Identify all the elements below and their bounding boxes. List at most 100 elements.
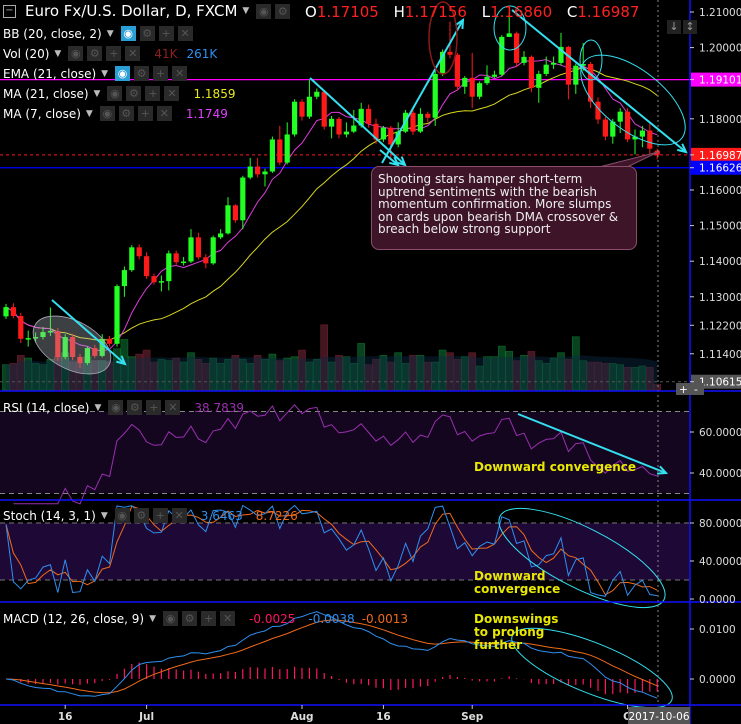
vol-ma-value: 261K — [186, 46, 218, 61]
candle — [454, 52, 460, 91]
ma7-label[interactable]: MA (7, close) — [3, 107, 81, 121]
stoch-axis-label: 0.0000 — [699, 594, 736, 606]
plus-icon[interactable]: + — [153, 66, 169, 81]
candle-body — [536, 73, 542, 88]
chevron-down-icon[interactable]: ▼ — [149, 614, 156, 624]
rsi-annotation[interactable]: Downward convergence — [474, 461, 636, 474]
scale-down-button[interactable]: ↓ — [667, 20, 681, 34]
eye-icon[interactable]: ◉ — [108, 400, 124, 415]
candle-body — [225, 205, 231, 234]
price-axis-label: 1.13000 — [699, 292, 741, 304]
cursor-date-label: 2017-10-06 — [628, 711, 689, 723]
plus-icon[interactable]: + — [137, 106, 153, 121]
close-icon[interactable]: ✕ — [172, 66, 188, 81]
candle-body — [247, 166, 253, 178]
eye-icon[interactable]: ◉ — [163, 611, 179, 626]
close-icon[interactable]: ✕ — [125, 46, 141, 61]
ema-label[interactable]: EMA (21, close) — [3, 67, 96, 81]
annotation-callout[interactable]: Shooting stars hamper short-term uptrend… — [371, 166, 637, 250]
chevron-down-icon[interactable]: ▼ — [86, 109, 93, 119]
candle-body — [499, 36, 505, 75]
rsi-label[interactable]: RSI (14, close) — [3, 401, 89, 415]
chevron-down-icon[interactable]: ▼ — [101, 69, 108, 79]
vol-label[interactable]: Vol (20) — [3, 47, 49, 61]
candle-body — [639, 130, 645, 137]
close-icon[interactable]: ✕ — [220, 611, 236, 626]
minus-box-icon[interactable]: − — [3, 4, 16, 18]
candle-body — [3, 307, 9, 317]
eye-icon[interactable]: ◉ — [256, 3, 272, 19]
eye-icon[interactable]: ◉ — [68, 46, 84, 61]
candle-body — [255, 166, 261, 175]
gear-icon[interactable]: ⚙ — [118, 106, 134, 121]
candle-body — [195, 237, 201, 258]
vol-value: 41K — [154, 46, 178, 61]
high-value: 1.17156 — [404, 3, 467, 21]
zoom-out-button[interactable]: - — [694, 384, 698, 396]
candle — [232, 204, 238, 223]
eye-icon[interactable]: ◉ — [114, 508, 130, 523]
macd-annotation[interactable]: Downswings to prolong further — [474, 613, 574, 652]
candle-body — [136, 247, 142, 257]
symbol-legend: − Euro Fx/U.S. Dollar, D, FXCM ▼ ◉ ⚙ — [3, 2, 291, 20]
candle-body — [306, 96, 312, 117]
chevron-down-icon[interactable]: ▼ — [54, 49, 61, 59]
close-icon[interactable]: ✕ — [164, 86, 180, 101]
candle-body — [462, 77, 468, 87]
gear-icon[interactable]: ⚙ — [127, 400, 143, 415]
gear-icon[interactable]: ⚙ — [126, 86, 142, 101]
candle-body — [432, 73, 438, 118]
chevron-down-icon[interactable]: ▼ — [101, 511, 108, 521]
chevron-down-icon[interactable]: ▼ — [94, 403, 101, 413]
candle — [18, 312, 24, 344]
price-axis-label: 1.12200 — [699, 320, 741, 332]
rsi-band — [0, 411, 690, 494]
gear-icon[interactable]: ⚙ — [182, 611, 198, 626]
auto-scale-button[interactable]: ↕ — [683, 20, 697, 34]
macd-value: -0.0038 — [308, 611, 355, 626]
time-axis-label: 16 — [58, 711, 73, 723]
plus-icon[interactable]: + — [152, 508, 168, 523]
close-icon[interactable]: ✕ — [177, 26, 193, 41]
price-marker-label: 1.16987 — [699, 150, 741, 162]
candle — [210, 235, 216, 265]
macd-label[interactable]: MACD (12, 26, close, 9) — [3, 612, 144, 626]
plus-icon[interactable]: + — [145, 86, 161, 101]
gear-icon[interactable]: ⚙ — [139, 26, 155, 41]
close-icon[interactable]: ✕ — [171, 508, 187, 523]
close-icon[interactable]: ✕ — [165, 400, 181, 415]
gear-icon[interactable]: ⚙ — [275, 3, 291, 19]
chevron-down-icon[interactable]: ▼ — [107, 29, 114, 39]
eye-icon[interactable]: ◉ — [120, 26, 136, 41]
bb-label[interactable]: BB (20, close, 2) — [3, 27, 102, 41]
open-value: 1.17105 — [316, 3, 379, 21]
eye-icon[interactable]: ◉ — [107, 86, 123, 101]
stoch-annotation[interactable]: Downward convergence — [474, 570, 564, 596]
gear-icon[interactable]: ⚙ — [87, 46, 103, 61]
zoom-in-button[interactable]: + — [679, 384, 688, 396]
chevron-down-icon[interactable]: ▼ — [94, 89, 101, 99]
macd-axis-label: 0.0100 — [699, 624, 736, 636]
plus-icon[interactable]: + — [158, 26, 174, 41]
candle — [499, 35, 505, 77]
symbol-title[interactable]: Euro Fx/U.S. Dollar, D, FXCM — [25, 2, 237, 20]
candle-body — [203, 257, 209, 264]
gear-icon[interactable]: ⚙ — [134, 66, 150, 81]
eye-icon[interactable]: ◉ — [115, 66, 131, 81]
eye-icon[interactable]: ◉ — [99, 106, 115, 121]
plus-icon[interactable]: + — [146, 400, 162, 415]
time-axis-label: Sep — [461, 711, 484, 723]
candle-body — [491, 74, 497, 77]
plus-icon[interactable]: + — [201, 611, 217, 626]
stoch-label[interactable]: Stoch (14, 3, 1) — [3, 509, 96, 523]
candle-body — [351, 125, 357, 132]
close-icon[interactable]: ✕ — [156, 106, 172, 121]
price-axis-bg — [691, 0, 741, 724]
ma21-label[interactable]: MA (21, close) — [3, 87, 89, 101]
stoch-axis-label: 80.0000 — [699, 518, 741, 530]
gear-icon[interactable]: ⚙ — [133, 508, 149, 523]
chevron-down-icon[interactable]: ▼ — [242, 6, 249, 16]
candle-body — [336, 118, 342, 135]
plus-icon[interactable]: + — [106, 46, 122, 61]
candle-body — [617, 111, 623, 122]
